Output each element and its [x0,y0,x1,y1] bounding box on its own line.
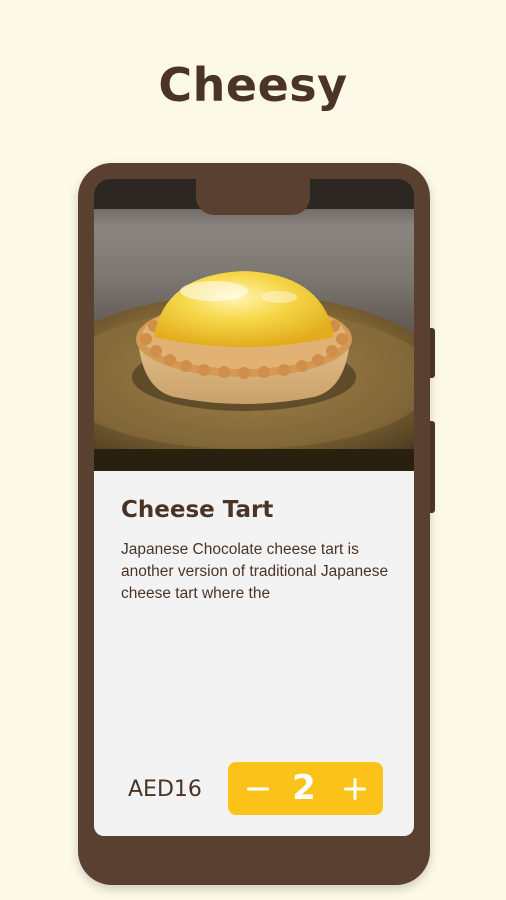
phone-notch [196,179,310,215]
decrement-button[interactable] [234,762,282,815]
minus-icon [247,787,269,790]
phone-screen: Cheese Tart Japanese Chocolate cheese ta… [94,179,414,836]
quantity-stepper: 2 [228,762,383,815]
phone-frame: Cheese Tart Japanese Chocolate cheese ta… [78,163,435,885]
product-price: AED16 [128,777,202,802]
increment-button[interactable] [331,762,379,815]
cheese-tart-photo [94,179,414,471]
product-image [94,179,414,471]
quantity-value: 2 [292,768,316,808]
phone-side-button [430,421,435,513]
app-title: Cheesy [158,58,348,112]
product-description: Japanese Chocolate cheese tart is anothe… [121,541,389,602]
plus-icon [344,777,366,800]
product-title: Cheese Tart [121,497,274,523]
phone-side-button [430,328,435,378]
